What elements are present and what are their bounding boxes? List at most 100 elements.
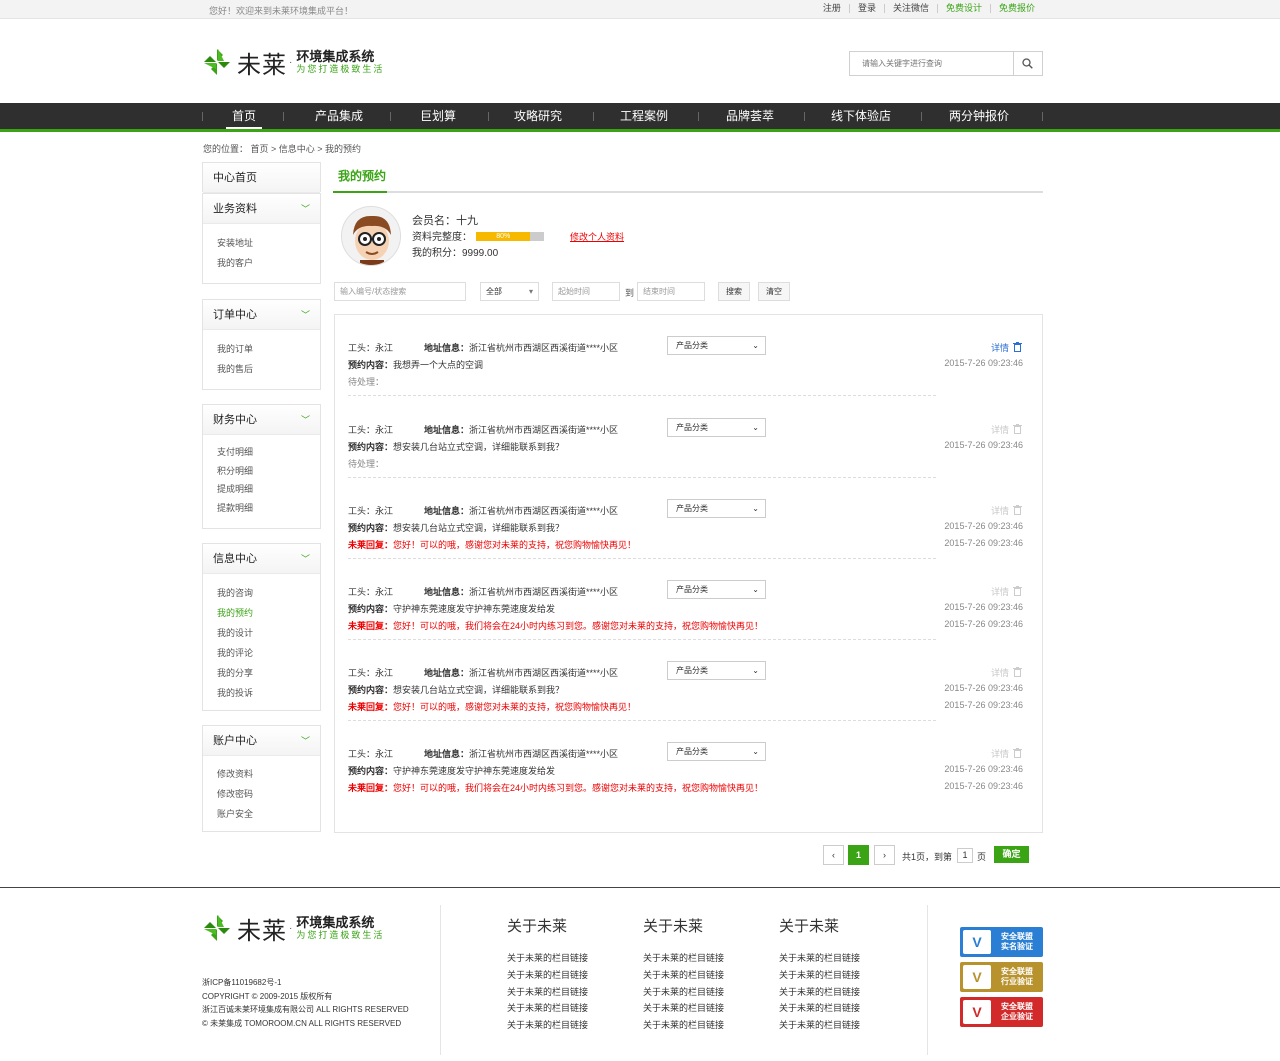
chevron-down-icon: ⌄ (752, 423, 759, 432)
trash-icon[interactable] (1013, 341, 1022, 354)
nav-stores[interactable]: 线下体验店 (822, 103, 900, 129)
footer-link[interactable]: 关于未莱的栏目链接 (507, 984, 607, 1001)
sidebar-item-designs[interactable]: 我的设计 (217, 623, 320, 643)
sidebar-item-payments[interactable]: 支付明细 (217, 443, 320, 462)
category-select[interactable]: 产品分类 ⌄ (667, 336, 766, 355)
trash-icon[interactable] (1013, 747, 1022, 760)
member-name: 会员名：十九 (412, 215, 478, 227)
category-select[interactable]: 产品分类 ⌄ (667, 499, 766, 518)
next-page-button[interactable]: › (874, 845, 895, 865)
nav-quote[interactable]: 两分钟报价 (940, 103, 1018, 129)
start-date-input[interactable]: 起始时间 (552, 282, 620, 301)
chevron-down-icon: ﹀ (300, 554, 310, 564)
end-date-input[interactable]: 结束时间 (637, 282, 705, 301)
footer-link[interactable]: 关于未莱的栏目链接 (779, 1017, 879, 1034)
prev-page-button[interactable]: ‹ (823, 845, 844, 865)
security-badge-industry[interactable]: V 安全联盟 行业验证 (960, 962, 1043, 992)
timestamp: 2015-7-26 09:23:46 (944, 619, 1023, 629)
status-filter-select[interactable]: 全部 ▾ (480, 282, 539, 301)
security-badge-realname[interactable]: V 安全联盟 实名验证 (960, 927, 1043, 957)
page-number-input[interactable]: 1 (957, 848, 973, 863)
nav-deals[interactable]: 巨划算 (408, 103, 468, 129)
footer-link[interactable]: 关于未莱的栏目链接 (643, 1017, 743, 1034)
sidebar-item-my-orders[interactable]: 我的订单 (217, 340, 320, 360)
sidebar-item-appointments[interactable]: 我的预约 (217, 603, 320, 623)
nav-cases[interactable]: 工程案例 (612, 103, 676, 129)
detail-link[interactable]: 详情 (991, 423, 1022, 436)
sidebar-item-reviews[interactable]: 我的评论 (217, 643, 320, 663)
sidebar-item-security[interactable]: 账户安全 (217, 804, 320, 824)
footer-link[interactable]: 关于未莱的栏目链接 (779, 1000, 879, 1017)
confirm-page-button[interactable]: 确定 (994, 846, 1029, 863)
free-design-link[interactable]: 免费设计 (936, 4, 990, 13)
keyword-filter-input[interactable]: 输入编号/状态搜索 (334, 282, 466, 301)
sidebar-home[interactable]: 中心首页 (202, 162, 321, 193)
trash-icon[interactable] (1013, 423, 1022, 436)
member-points: 我的积分：9999.00 (412, 248, 499, 259)
sidebar-item-my-clients[interactable]: 我的客户 (217, 254, 320, 274)
trash-icon[interactable] (1013, 504, 1022, 517)
sidebar-item-edit-profile[interactable]: 修改资料 (217, 764, 320, 784)
footer-link[interactable]: 关于未莱的栏目链接 (779, 967, 879, 984)
footer-link[interactable]: 关于未莱的栏目链接 (779, 950, 879, 967)
category-select[interactable]: 产品分类 ⌄ (667, 418, 766, 437)
page-title: 我的预约 (338, 169, 387, 183)
sidebar-item-change-password[interactable]: 修改密码 (217, 784, 320, 804)
nav-products[interactable]: 产品集成 (306, 103, 372, 129)
footer-copyright: 浙ICP备11019682号-1 COPYRIGHT © 2009-2015 版… (202, 978, 409, 1028)
search-input[interactable] (850, 52, 1014, 75)
sidebar-group-title[interactable]: 信息中心 ﹀ (203, 544, 320, 574)
login-link[interactable]: 登录 (848, 4, 884, 13)
sidebar-item-points[interactable]: 积分明细 (217, 462, 320, 481)
register-link[interactable]: 注册 (815, 4, 849, 13)
trash-icon[interactable] (1013, 585, 1022, 598)
security-badge-enterprise[interactable]: V 安全联盟 企业验证 (960, 997, 1043, 1027)
category-select[interactable]: 产品分类 ⌄ (667, 742, 766, 761)
footer-link[interactable]: 关于未莱的栏目链接 (507, 950, 607, 967)
footer-link[interactable]: 关于未莱的栏目链接 (507, 1000, 607, 1017)
site-logo[interactable]: 未莱 · 环境集成系统 为您打造极致生活 (202, 46, 384, 79)
footer-link[interactable]: 关于未莱的栏目链接 (779, 984, 879, 1001)
footer-column: 关于未莱 关于未莱的栏目链接 关于未莱的栏目链接 关于未莱的栏目链接 关于未莱的… (507, 915, 607, 1034)
detail-link[interactable]: 详情 (991, 747, 1022, 760)
nav-guides[interactable]: 攻略研究 (506, 103, 570, 129)
category-select[interactable]: 产品分类 ⌄ (667, 580, 766, 599)
search-button[interactable] (1013, 52, 1042, 75)
sidebar-item-withdrawals[interactable]: 提款明细 (217, 499, 320, 518)
page-1-button[interactable]: 1 (848, 845, 869, 865)
nav-home[interactable]: 首页 (226, 103, 262, 129)
footer-link[interactable]: 关于未莱的栏目链接 (643, 950, 743, 967)
footer-link[interactable]: 关于未莱的栏目链接 (643, 967, 743, 984)
nav-brands[interactable]: 品牌荟萃 (718, 103, 782, 129)
sidebar-item-commission[interactable]: 提成明细 (217, 480, 320, 499)
trash-icon[interactable] (1013, 666, 1022, 679)
edit-profile-link[interactable]: 修改个人资料 (570, 230, 624, 243)
footer-link[interactable]: 关于未莱的栏目链接 (507, 967, 607, 984)
sidebar-group-title[interactable]: 业务资料 ﹀ (203, 194, 320, 224)
sidebar-item-consults[interactable]: 我的咨询 (217, 583, 320, 603)
footer-link[interactable]: 关于未莱的栏目链接 (643, 1000, 743, 1017)
sidebar-item-complaints[interactable]: 我的投诉 (217, 683, 320, 703)
sidebar-item-install-address[interactable]: 安装地址 (217, 234, 320, 254)
detail-link[interactable]: 详情 (991, 504, 1022, 517)
sidebar-group-title[interactable]: 账户中心 ﹀ (203, 726, 320, 756)
sidebar-group-title[interactable]: 财务中心 ﹀ (203, 405, 320, 435)
sidebar-item-after-sales[interactable]: 我的售后 (217, 360, 320, 380)
clear-filter-button[interactable]: 清空 (758, 282, 790, 301)
detail-link[interactable]: 详情 (991, 666, 1022, 679)
category-select[interactable]: 产品分类 ⌄ (667, 661, 766, 680)
footer-link[interactable]: 关于未莱的栏目链接 (507, 1017, 607, 1034)
footer-link[interactable]: 关于未莱的栏目链接 (643, 984, 743, 1001)
free-quote-link[interactable]: 免费报价 (989, 4, 1043, 13)
footer-logo[interactable]: 未莱 · 环境集成系统 为您打造极致生活 (202, 912, 384, 945)
detail-link[interactable]: 详情 (991, 341, 1022, 354)
follow-wechat-link[interactable]: 关注微信 (883, 4, 937, 13)
sidebar-group-title[interactable]: 订单中心 ﹀ (203, 300, 320, 330)
timestamp: 2015-7-26 09:23:46 (944, 602, 1023, 612)
breadcrumb-path[interactable]: 首页 > 信息中心 > 我的预约 (251, 144, 362, 154)
search-box (849, 51, 1043, 76)
detail-link[interactable]: 详情 (991, 585, 1022, 598)
search-filter-button[interactable]: 搜索 (718, 282, 750, 301)
sidebar-item-shares[interactable]: 我的分享 (217, 663, 320, 683)
footer-column: 关于未莱 关于未莱的栏目链接 关于未莱的栏目链接 关于未莱的栏目链接 关于未莱的… (779, 915, 879, 1034)
